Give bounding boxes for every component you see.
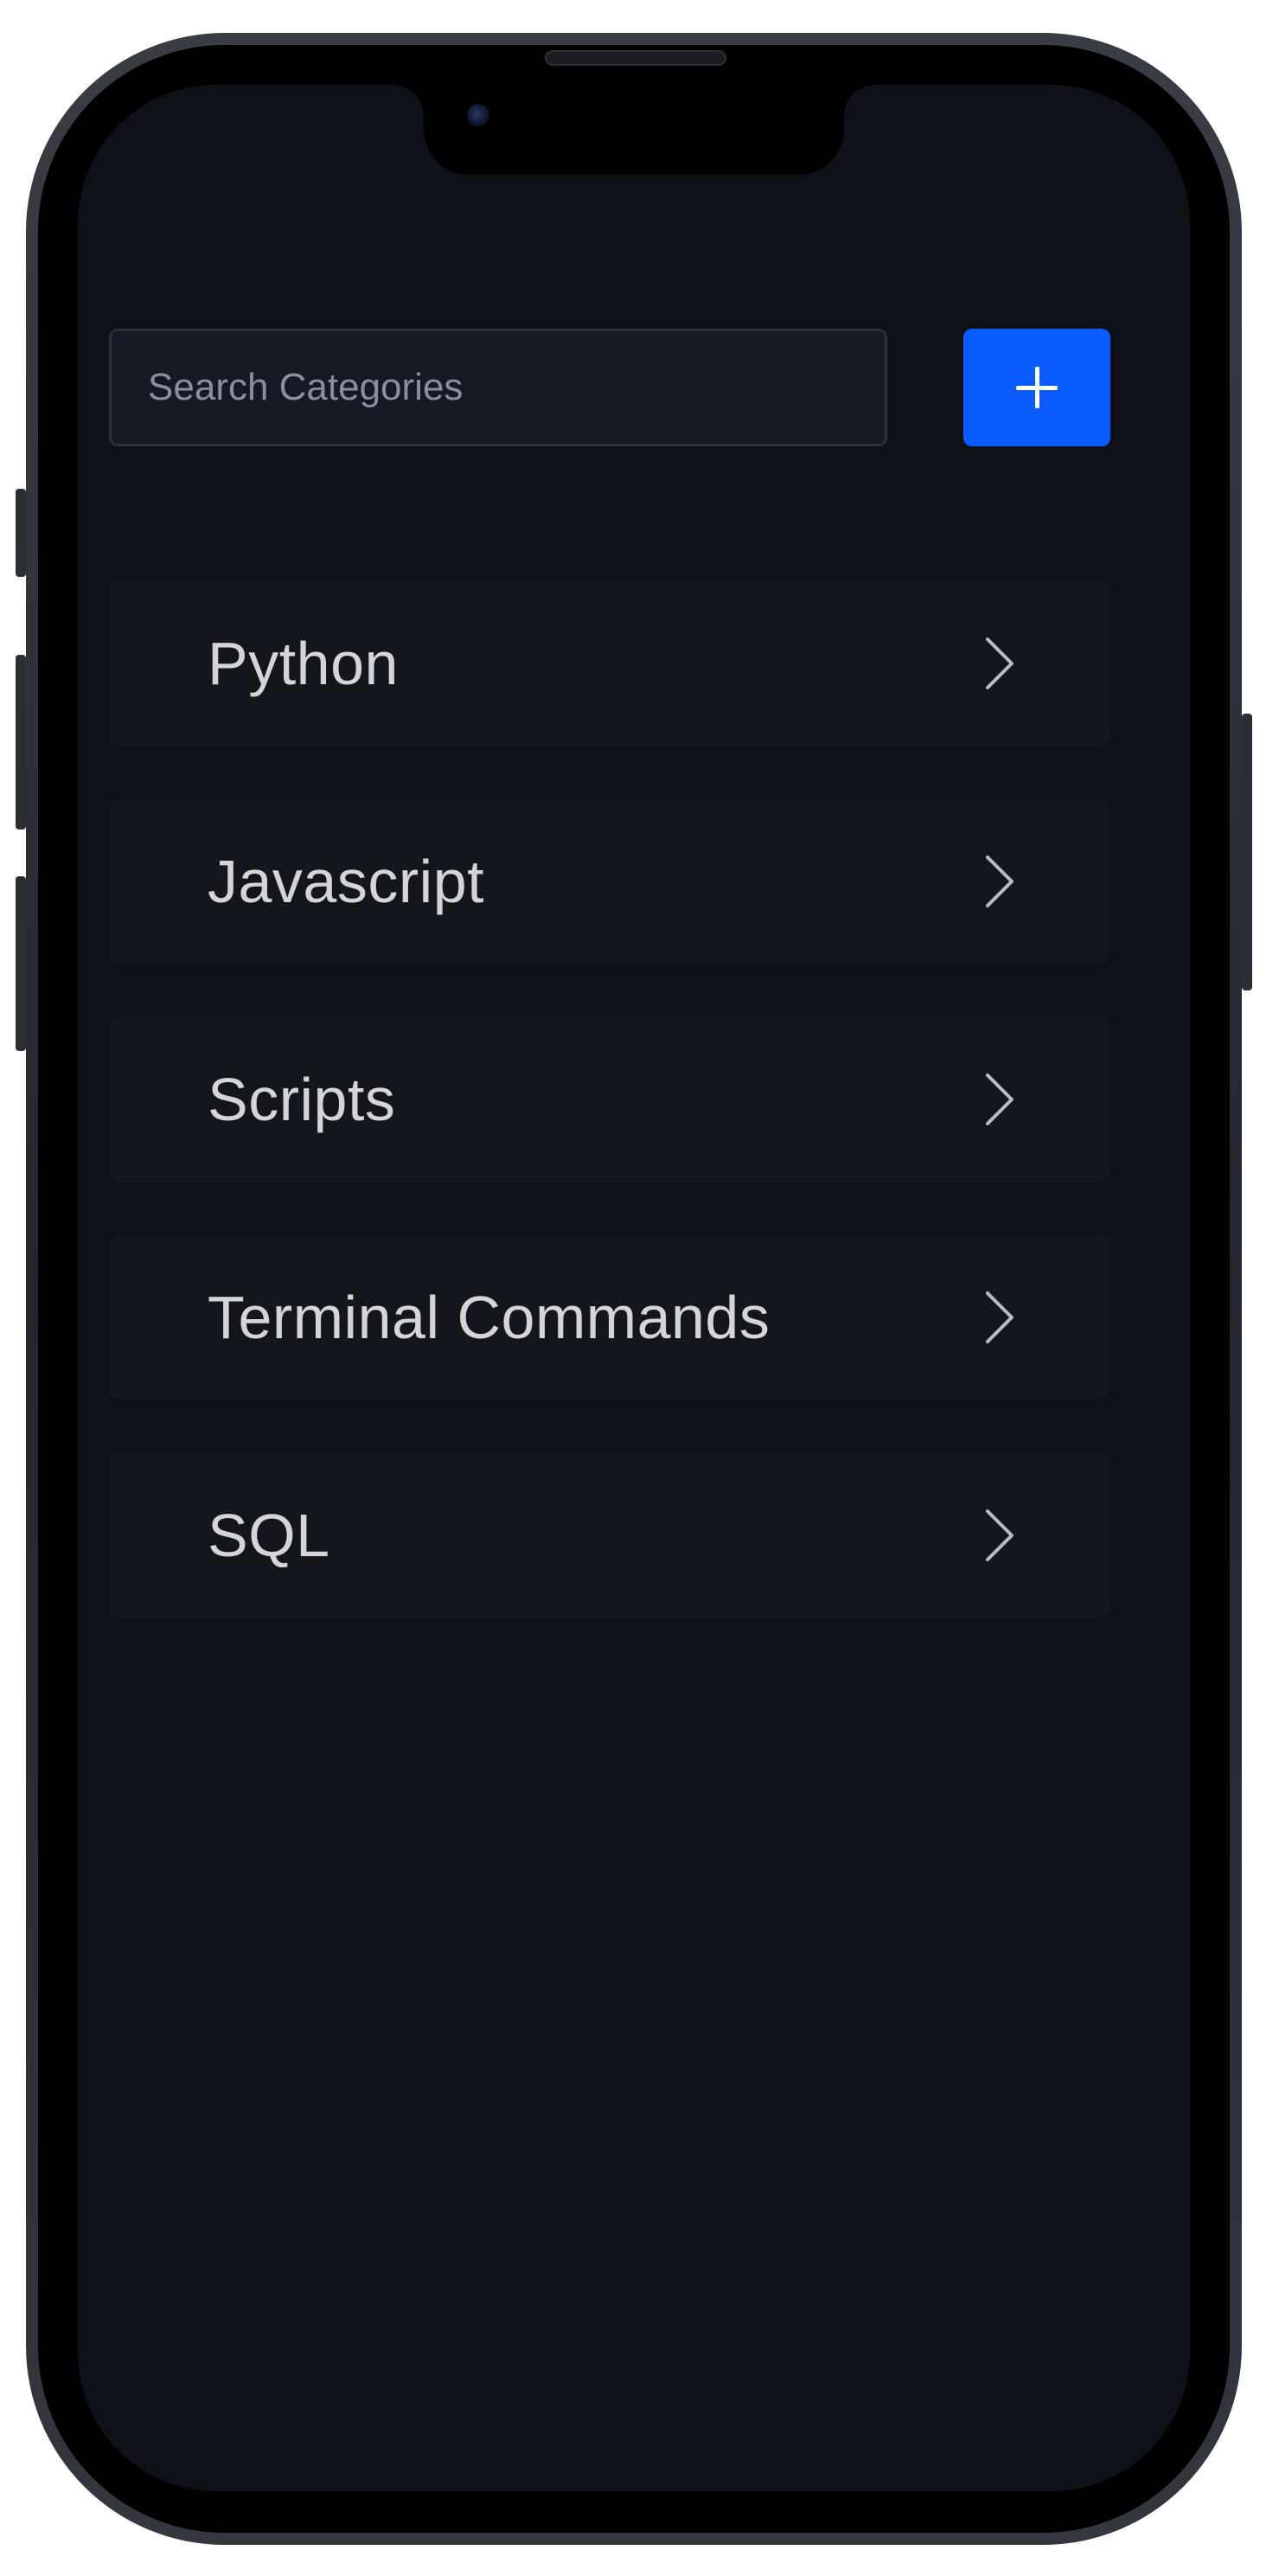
chevron-right-icon [986, 1509, 1013, 1561]
action-button [16, 489, 26, 577]
search-input[interactable] [109, 329, 887, 446]
category-label: Python [208, 630, 399, 697]
category-label: Scripts [208, 1066, 396, 1133]
category-list: Python Javascript Scripts Terminal Comma… [109, 581, 1110, 1671]
category-item-javascript[interactable]: Javascript [109, 799, 1110, 964]
volume-down-button [16, 876, 26, 1051]
plus-icon [1016, 367, 1058, 408]
search-bar [109, 329, 1110, 446]
chevron-right-icon [986, 1291, 1013, 1343]
front-camera [467, 104, 489, 126]
category-label: Terminal Commands [208, 1284, 770, 1351]
chevron-right-icon [986, 1073, 1013, 1125]
category-label: SQL [208, 1502, 330, 1569]
volume-up-button [16, 655, 26, 830]
chevron-right-icon [986, 855, 1013, 907]
earpiece-speaker [545, 50, 726, 66]
category-item-scripts[interactable]: Scripts [109, 1017, 1110, 1182]
display-notch [394, 85, 873, 175]
category-item-python[interactable]: Python [109, 581, 1110, 746]
chevron-right-icon [986, 638, 1013, 689]
app-screen: Python Javascript Scripts Terminal Comma… [78, 85, 1190, 2491]
add-category-button[interactable] [963, 329, 1110, 446]
power-button [1242, 714, 1252, 990]
category-item-terminal-commands[interactable]: Terminal Commands [109, 1235, 1110, 1400]
category-label: Javascript [208, 848, 485, 915]
category-item-sql[interactable]: SQL [109, 1453, 1110, 1618]
